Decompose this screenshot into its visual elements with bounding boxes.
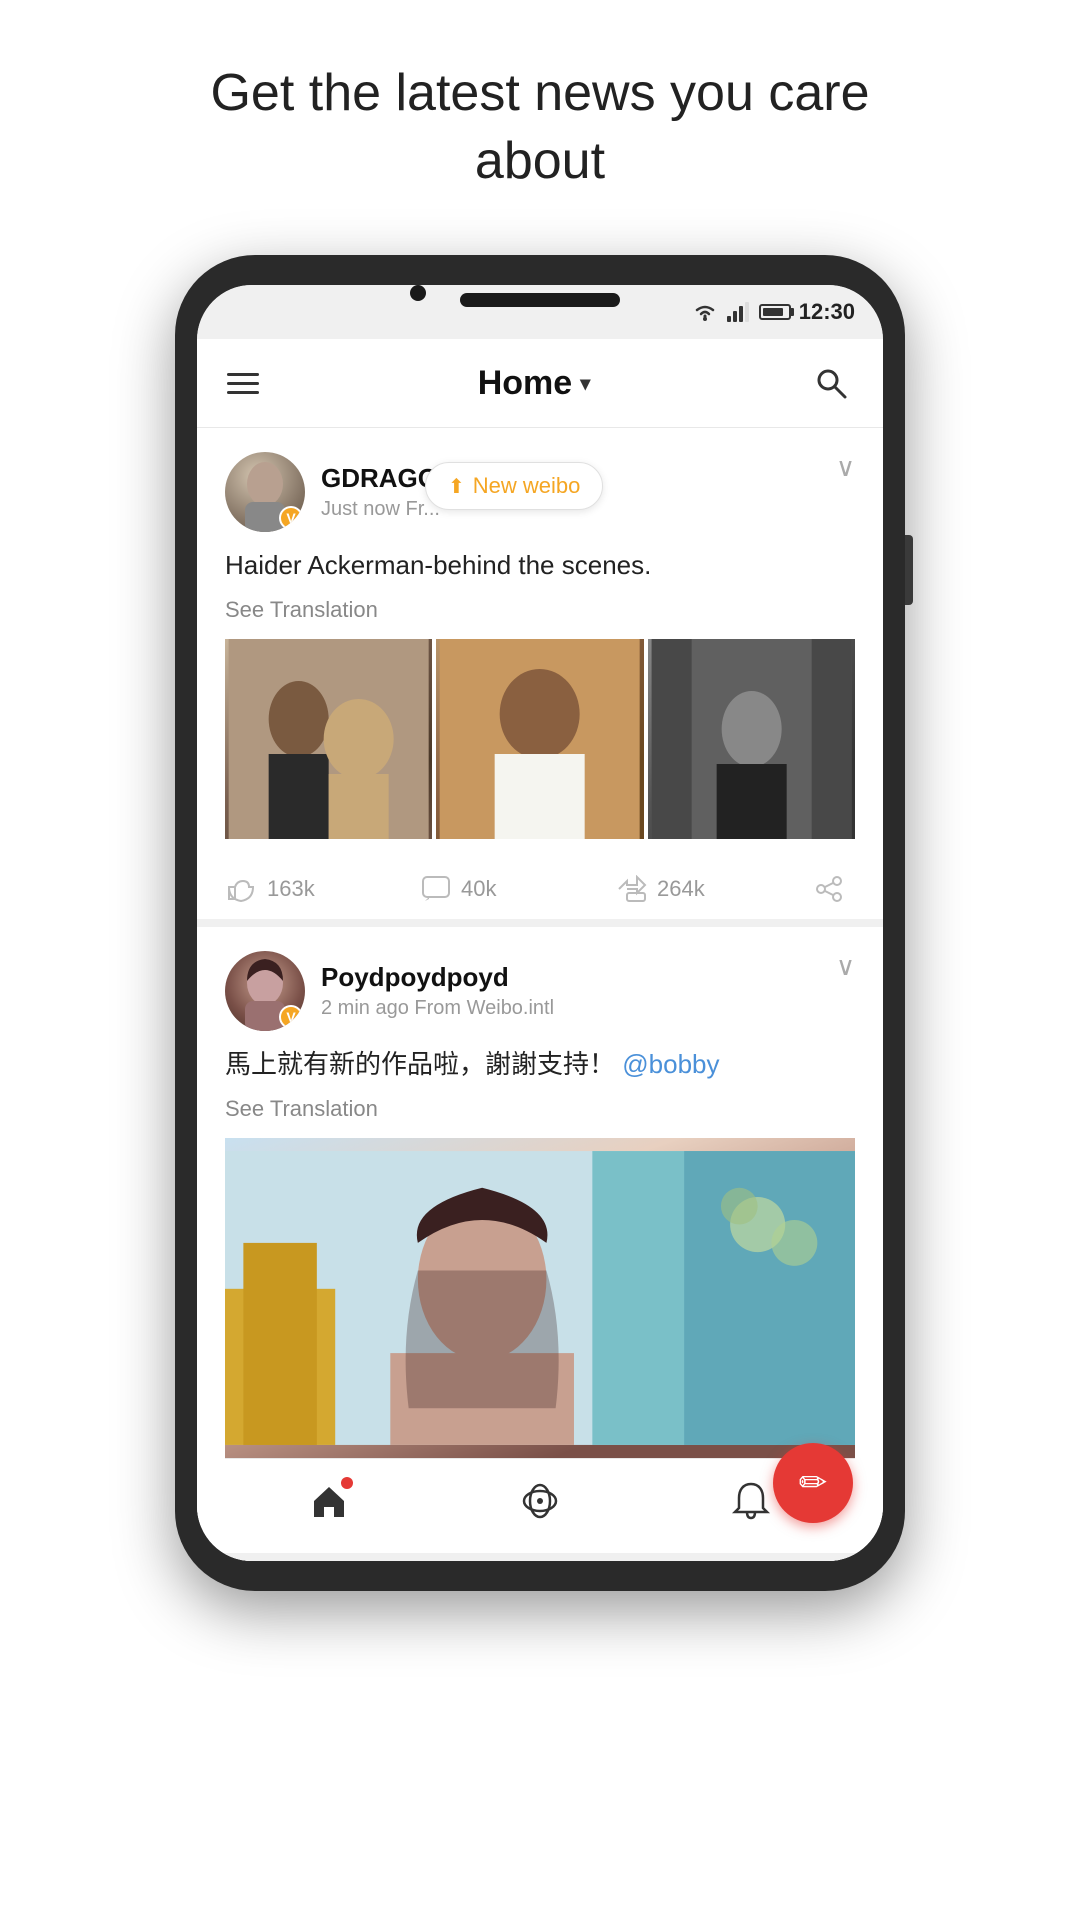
nav-dropdown-arrow: ▾ bbox=[580, 371, 590, 396]
nav-explore[interactable] bbox=[518, 1479, 562, 1523]
feed: V GDRAGON Just now Fr... ⬆ New weibo bbox=[197, 428, 883, 1561]
post-2-avatar: V bbox=[225, 951, 305, 1031]
post-1-image-1[interactable] bbox=[225, 639, 432, 839]
post-1-user: V GDRAGON Just now Fr... bbox=[225, 452, 457, 532]
verified-badge-2: V bbox=[279, 1005, 303, 1029]
post-1-img3-content bbox=[648, 639, 855, 839]
post-2-header: V Poydpoydpoyd 2 min ago From Weibo.intl… bbox=[225, 951, 855, 1031]
share-button-1[interactable] bbox=[813, 875, 855, 903]
bottom-nav bbox=[225, 1458, 855, 1553]
post-2-chevron[interactable]: ∨ bbox=[836, 951, 855, 982]
post-1-img2-content bbox=[436, 639, 643, 839]
new-weibo-badge[interactable]: ⬆ New weibo bbox=[425, 462, 603, 510]
new-weibo-arrow-icon: ⬆ bbox=[448, 474, 465, 499]
post-1-avatar: V bbox=[225, 452, 305, 532]
battery-icon bbox=[759, 304, 791, 320]
top-nav: Home ▾ bbox=[197, 339, 883, 428]
nav-home[interactable] bbox=[309, 1481, 349, 1521]
like-count-1: 163k bbox=[267, 876, 315, 902]
post-1-image-grid bbox=[225, 639, 855, 839]
post-1-image-2[interactable] bbox=[436, 639, 643, 839]
page-headline: Get the latest news you care about bbox=[140, 60, 940, 195]
status-icons: 12:30 bbox=[691, 299, 855, 325]
menu-button[interactable] bbox=[227, 373, 259, 394]
comment-icon bbox=[421, 875, 451, 903]
compose-fab[interactable]: ✏ bbox=[773, 1443, 853, 1523]
home-notification-dot bbox=[341, 1477, 353, 1489]
post-2-see-translation[interactable]: See Translation bbox=[225, 1096, 855, 1122]
nav-title[interactable]: Home ▾ bbox=[478, 364, 591, 403]
status-bar: 12:30 bbox=[197, 285, 883, 339]
like-button-1[interactable]: 163k bbox=[225, 875, 421, 903]
post-1-header: V GDRAGON Just now Fr... ⬆ New weibo bbox=[225, 452, 855, 532]
nav-title-label: Home bbox=[478, 364, 572, 403]
post-1-see-translation[interactable]: See Translation bbox=[225, 597, 855, 623]
status-time: 12:30 bbox=[799, 299, 855, 325]
post-1-chevron[interactable]: ∨ bbox=[836, 452, 855, 483]
post-1-actions: 163k 40k bbox=[225, 859, 855, 919]
comment-button-1[interactable]: 40k bbox=[421, 875, 617, 903]
post-1-image-3[interactable] bbox=[648, 639, 855, 839]
search-button[interactable] bbox=[809, 361, 853, 405]
repost-count-1: 264k bbox=[657, 876, 705, 902]
new-weibo-text: New weibo bbox=[473, 473, 581, 499]
post-2-meta: 2 min ago From Weibo.intl bbox=[321, 997, 554, 1020]
post-2-mention[interactable]: @bobby bbox=[622, 1049, 719, 1079]
like-icon bbox=[225, 875, 257, 903]
post-2-image[interactable] bbox=[225, 1138, 855, 1458]
post-2-content-text: 馬上就有新的作品啦，謝謝支持！ bbox=[225, 1049, 615, 1079]
phone-shell: 12:30 Home ▾ bbox=[175, 255, 905, 1591]
post-1-img1-content bbox=[225, 639, 432, 839]
post-2-image-content bbox=[225, 1138, 855, 1458]
signal-icon bbox=[727, 302, 751, 322]
post-2: V Poydpoydpoyd 2 min ago From Weibo.intl… bbox=[197, 927, 883, 1561]
post-2-user-info: Poydpoydpoyd 2 min ago From Weibo.intl bbox=[321, 962, 554, 1020]
repost-icon bbox=[617, 875, 647, 903]
post-2-username: Poydpoydpoyd bbox=[321, 962, 554, 993]
post-1: V GDRAGON Just now Fr... ⬆ New weibo bbox=[197, 428, 883, 927]
explore-icon bbox=[518, 1479, 562, 1523]
nav-notifications[interactable] bbox=[731, 1480, 771, 1522]
comment-count-1: 40k bbox=[461, 876, 496, 902]
post-2-user: V Poydpoydpoyd 2 min ago From Weibo.intl bbox=[225, 951, 554, 1031]
repost-button-1[interactable]: 264k bbox=[617, 875, 813, 903]
verified-badge-1: V bbox=[279, 506, 303, 530]
compose-icon: ✏ bbox=[799, 1463, 828, 1503]
share-icon bbox=[813, 875, 845, 903]
notifications-icon bbox=[731, 1480, 771, 1522]
post-2-content: 馬上就有新的作品啦，謝謝支持！ @bobby bbox=[225, 1045, 855, 1084]
search-icon bbox=[813, 365, 849, 401]
side-button bbox=[905, 535, 913, 605]
wifi-icon bbox=[691, 302, 719, 322]
screen: 12:30 Home ▾ bbox=[197, 285, 883, 1561]
phone-wrapper: 12:30 Home ▾ bbox=[175, 255, 905, 1591]
post-1-content: Haider Ackerman-behind the scenes. bbox=[225, 546, 855, 585]
